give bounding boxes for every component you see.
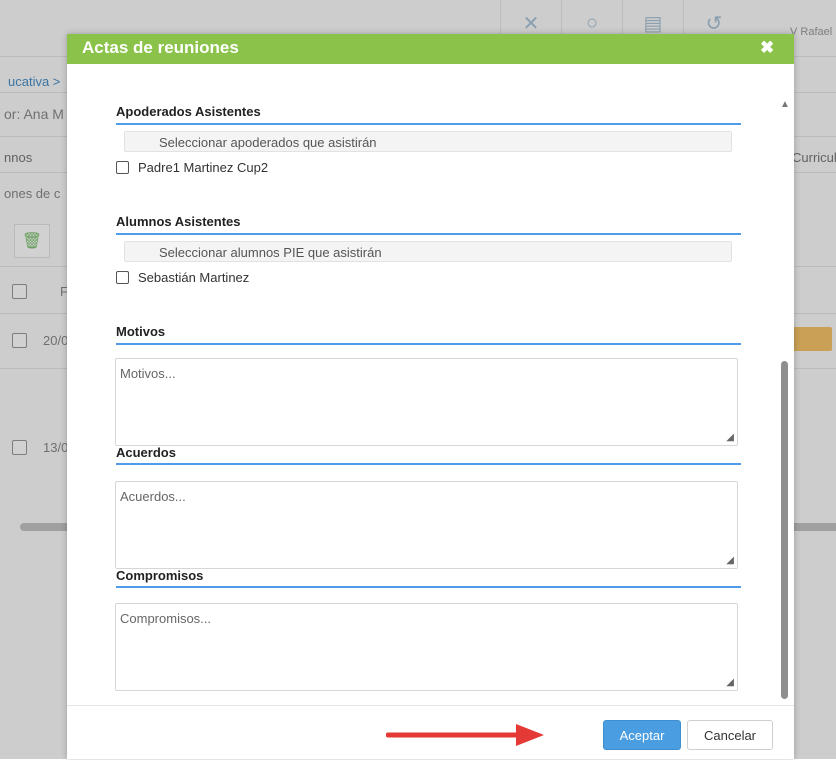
apoderado-checkbox[interactable] <box>116 161 129 174</box>
cancel-button[interactable]: Cancelar <box>687 720 773 750</box>
apoderados-select[interactable]: Seleccionar apoderados que asistirán <box>124 131 732 152</box>
section-divider <box>116 463 741 465</box>
apoderados-title: Apoderados Asistentes <box>116 104 261 119</box>
alumnos-title: Alumnos Asistentes <box>116 214 241 229</box>
modal-body: Apoderados Asistentes Seleccionar apoder… <box>67 64 794 705</box>
apoderado-option[interactable]: Padre1 Martinez Cup2 <box>116 160 268 175</box>
alumno-checkbox[interactable] <box>116 271 129 284</box>
acuerdos-title: Acuerdos <box>116 445 176 460</box>
compromisos-placeholder: Compromisos... <box>120 611 212 626</box>
compromisos-title: Compromisos <box>116 568 204 583</box>
resize-grip-icon[interactable]: ◢ <box>726 677 734 688</box>
motivos-placeholder: Motivos... <box>120 366 176 381</box>
resize-grip-icon[interactable]: ◢ <box>726 555 734 566</box>
motivos-textarea[interactable]: Motivos... ◢ <box>115 358 738 446</box>
modal-title: Actas de reuniones <box>82 38 239 57</box>
motivos-title: Motivos <box>116 324 166 339</box>
section-divider <box>116 233 741 235</box>
apoderado-label: Padre1 Martinez Cup2 <box>138 160 269 175</box>
scroll-up-icon[interactable]: ▲ <box>780 99 790 110</box>
section-divider <box>116 586 741 588</box>
scroll-thumb[interactable] <box>781 361 788 699</box>
annotation-arrow-icon <box>386 724 544 746</box>
alumno-label: Sebastián Martinez <box>138 270 250 285</box>
acuerdos-textarea[interactable]: Acuerdos... ◢ <box>115 481 738 569</box>
compromisos-textarea[interactable]: Compromisos... ◢ <box>115 603 738 691</box>
vertical-scrollbar[interactable]: ▲ ▼ <box>779 99 791 705</box>
resize-grip-icon[interactable]: ◢ <box>726 432 734 443</box>
alumno-option[interactable]: Sebastián Martinez <box>116 270 249 285</box>
section-divider <box>116 123 741 125</box>
alumnos-select[interactable]: Seleccionar alumnos PIE que asistirán <box>124 241 732 262</box>
actas-modal: Actas de reuniones ✖ Apoderados Asistent… <box>67 34 794 759</box>
acuerdos-placeholder: Acuerdos... <box>120 489 186 504</box>
section-divider <box>116 343 741 345</box>
accept-button[interactable]: Aceptar <box>603 720 681 750</box>
modal-header: Actas de reuniones ✖ <box>67 34 794 64</box>
close-icon[interactable]: ✖ <box>760 38 774 58</box>
